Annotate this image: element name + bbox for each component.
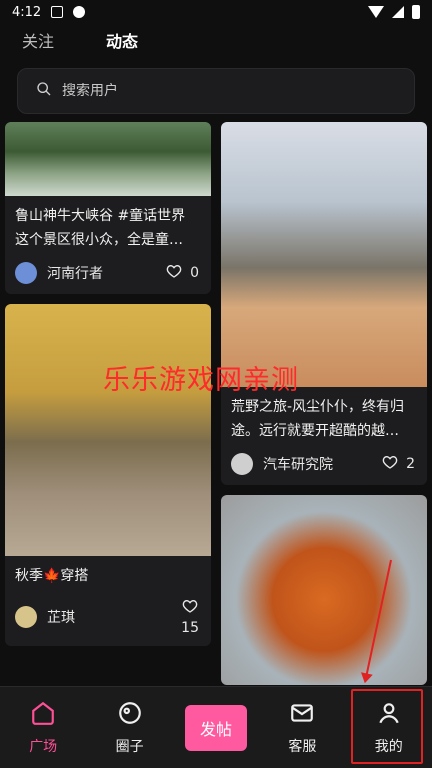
search-input[interactable] bbox=[62, 83, 362, 99]
user-icon bbox=[376, 700, 402, 730]
like-control[interactable]: 15 bbox=[181, 598, 199, 636]
post-meta: 芷琪 15 bbox=[5, 592, 211, 646]
post-text: 秋季🍁穿搭 bbox=[15, 568, 89, 584]
nav-item-plaza[interactable]: 广场 bbox=[8, 700, 78, 756]
like-control[interactable]: 2 bbox=[382, 454, 415, 474]
nav-label: 广场 bbox=[29, 738, 58, 755]
watermark: 乐乐游戏网亲测 bbox=[103, 365, 299, 396]
nav-label: 客服 bbox=[288, 738, 317, 755]
tab-feed[interactable]: 动态 bbox=[100, 28, 145, 52]
like-control[interactable]: 0 bbox=[166, 263, 199, 283]
nav-label: 我的 bbox=[374, 738, 403, 755]
heart-icon[interactable] bbox=[182, 598, 198, 618]
top-tabs: 关注 动态 bbox=[0, 24, 432, 56]
author-name: 汽车研究院 bbox=[263, 457, 333, 473]
post-text: 鲁山神牛大峡谷 #童话世界 这个景区很小众，全是童… bbox=[15, 208, 186, 248]
avatar[interactable] bbox=[15, 262, 37, 284]
status-bar: 4:12 bbox=[0, 0, 432, 24]
circle-icon bbox=[117, 700, 143, 730]
post-image[interactable] bbox=[5, 122, 211, 196]
avatar[interactable] bbox=[15, 606, 37, 628]
post-image[interactable] bbox=[221, 495, 427, 685]
like-count: 2 bbox=[406, 456, 415, 472]
battery-icon bbox=[412, 5, 420, 19]
signal-icon bbox=[392, 6, 404, 18]
author-name: 芷琪 bbox=[47, 610, 75, 626]
like-count: 15 bbox=[181, 620, 199, 636]
like-count: 0 bbox=[190, 265, 199, 281]
post-image[interactable] bbox=[221, 122, 427, 387]
post-card[interactable]: 荒野之旅-风尘仆仆，终有归途。远行就要开超酷的越… 汽车研究院 2 bbox=[221, 122, 427, 485]
mail-icon bbox=[289, 700, 315, 730]
post-author[interactable]: 芷琪 bbox=[15, 606, 75, 628]
post-image[interactable] bbox=[5, 304, 211, 556]
post-author[interactable]: 河南行者 bbox=[15, 262, 103, 284]
post-author[interactable]: 汽车研究院 bbox=[231, 453, 333, 475]
nav-item-post[interactable]: 发帖 bbox=[181, 704, 251, 751]
avatar[interactable] bbox=[231, 453, 253, 475]
post-card[interactable]: 秋季🍁穿搭 芷琪 15 bbox=[5, 304, 211, 646]
post-meta: 汽车研究院 2 bbox=[221, 447, 427, 485]
notification-icon bbox=[51, 6, 64, 18]
post-card[interactable] bbox=[221, 495, 427, 685]
wifi-icon bbox=[368, 6, 384, 18]
tab-follow[interactable]: 关注 bbox=[22, 28, 54, 52]
home-icon bbox=[30, 700, 56, 730]
feed[interactable]: 鲁山神牛大峡谷 #童话世界 这个景区很小众，全是童… 河南行者 0 秋季🍁穿搭 bbox=[0, 122, 432, 685]
search-bar[interactable] bbox=[17, 68, 415, 114]
heart-icon[interactable] bbox=[382, 454, 398, 474]
nav-label: 圈子 bbox=[115, 738, 144, 755]
post-card[interactable]: 鲁山神牛大峡谷 #童话世界 这个景区很小众，全是童… 河南行者 0 bbox=[5, 122, 211, 294]
search-icon bbox=[36, 81, 52, 101]
author-name: 河南行者 bbox=[47, 266, 103, 282]
post-meta: 河南行者 0 bbox=[5, 256, 211, 294]
nav-item-circle[interactable]: 圈子 bbox=[95, 700, 165, 756]
post-button[interactable]: 发帖 bbox=[184, 704, 247, 751]
heart-icon[interactable] bbox=[166, 263, 182, 283]
nav-item-service[interactable]: 客服 bbox=[267, 700, 337, 756]
feed-column-right: 荒野之旅-风尘仆仆，终有归途。远行就要开超酷的越… 汽车研究院 2 bbox=[221, 122, 427, 685]
nav-item-me[interactable]: 我的 bbox=[354, 700, 424, 756]
bottom-nav: 广场 圈子 发帖 客服 我的 bbox=[0, 686, 432, 768]
app-icon bbox=[73, 6, 86, 18]
status-time: 4:12 bbox=[12, 4, 42, 20]
